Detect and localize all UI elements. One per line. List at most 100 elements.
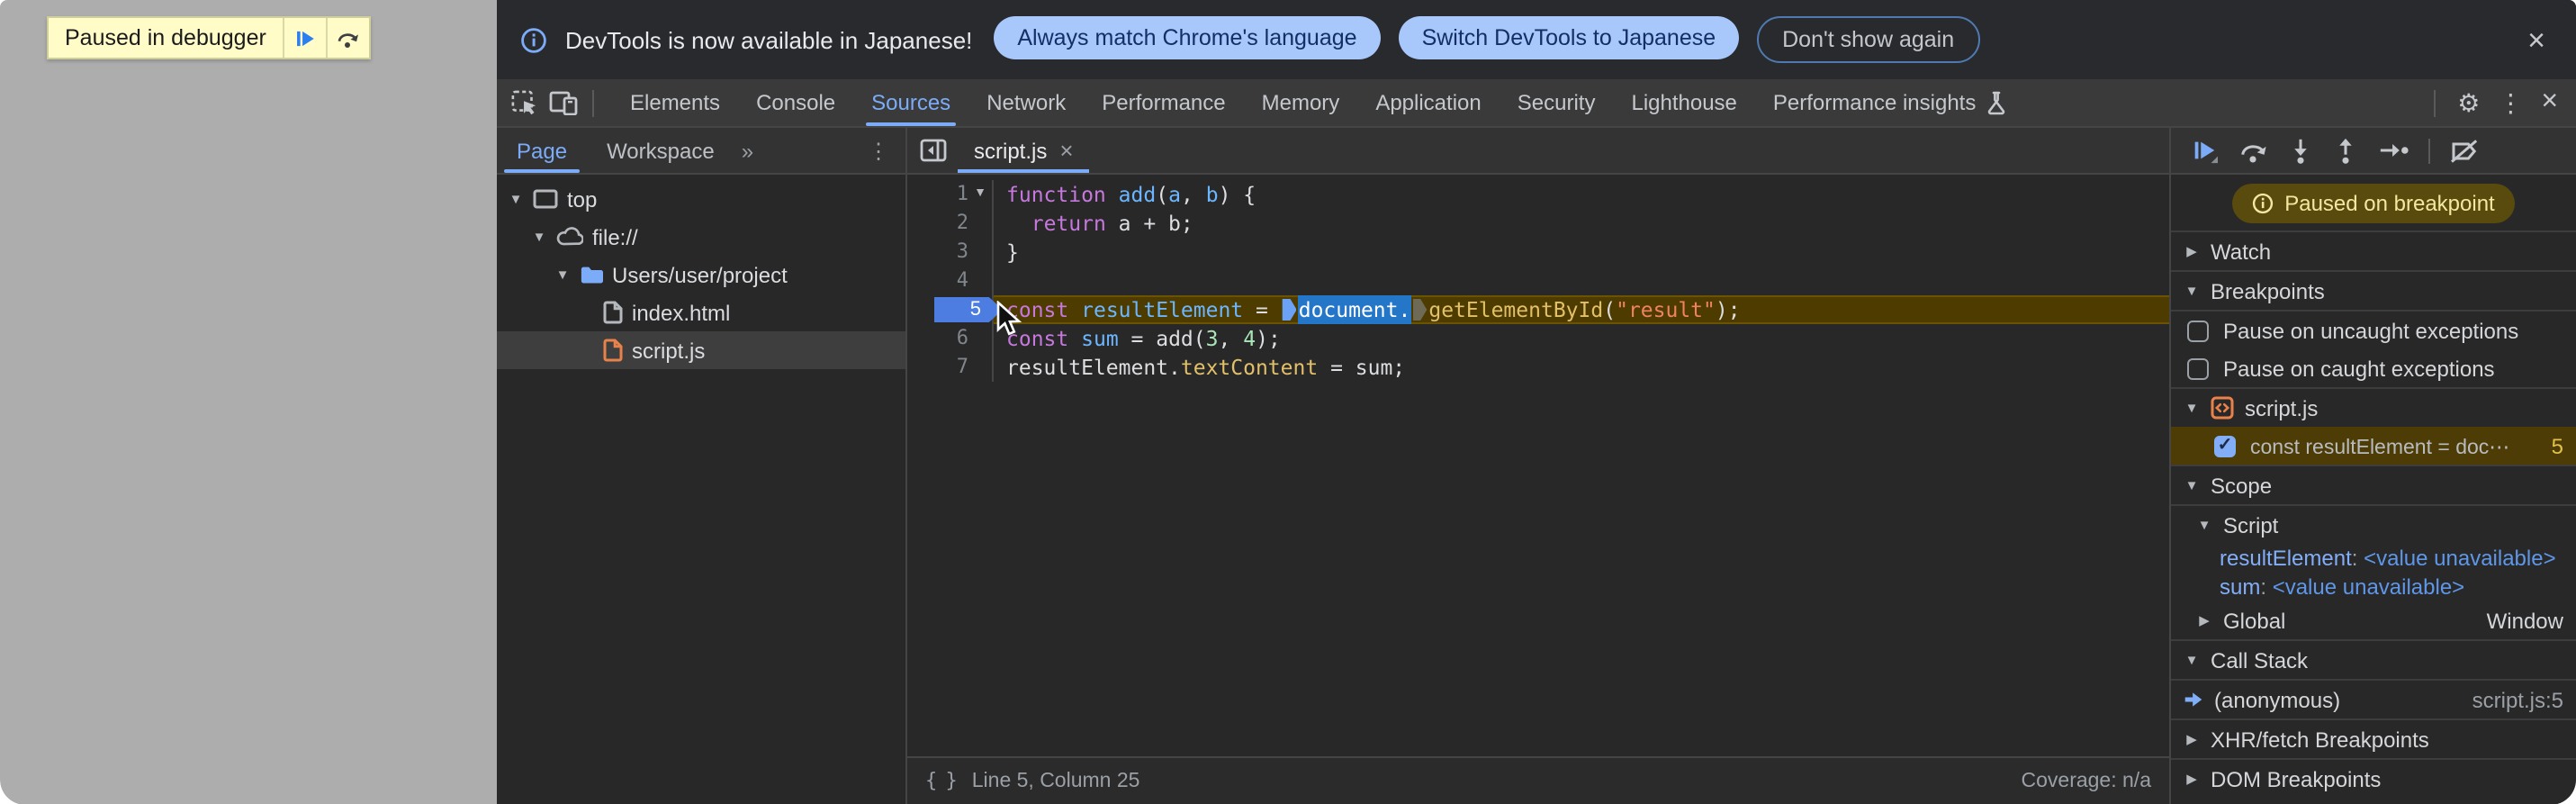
code-token: } [1006, 239, 1019, 265]
tab-elements[interactable]: Elements [612, 79, 738, 126]
tab-label: Sources [871, 90, 951, 115]
group-script[interactable]: ▼ Script [2171, 506, 2576, 544]
debugger-sidebar: Paused on breakpoint ▶ Watch ▼ Breakpoints P… [2169, 128, 2576, 804]
disclosure-arrow-icon[interactable]: ▶ [2184, 771, 2200, 787]
section-call-stack[interactable]: ▼ Call Stack [2171, 639, 2576, 681]
section-breakpoints[interactable]: ▼ Breakpoints [2171, 270, 2576, 312]
tab-close-icon[interactable]: × [1059, 137, 1073, 164]
tree-item-file[interactable]: ▼ file:// [497, 218, 905, 256]
section-dom-breakpoints[interactable]: ▶ DOM Breakpoints [2171, 758, 2576, 798]
code-line-7[interactable]: 7 resultElement. textContent = sum; [907, 353, 2169, 382]
checkbox-pause-on-uncaught-exceptions[interactable]: Pause on uncaught exceptions [2171, 312, 2576, 349]
checkbox-icon[interactable] [2187, 320, 2209, 341]
section-xhr-fetch-breakpoints[interactable]: ▶ XHR/fetch Breakpoints [2171, 718, 2576, 758]
navigator-kebab-icon[interactable]: ⋮ [851, 138, 905, 163]
disclosure-arrow-icon[interactable]: ▼ [2184, 477, 2200, 493]
editor-tab-script-js[interactable]: script.js × [958, 128, 1091, 173]
tab-label: Application [1375, 90, 1482, 115]
tab-console[interactable]: Console [738, 79, 853, 126]
checkbox-pause-on-caught-exceptions[interactable]: Pause on caught exceptions [2171, 349, 2576, 389]
tab-performance[interactable]: Performance [1084, 79, 1243, 126]
resume-button[interactable] [2191, 137, 2218, 164]
file-tree: ▼ top ▼ file:// ▼ Users/user/project index.htm… [497, 175, 905, 804]
disclosure-arrow-icon[interactable]: ▼ [2184, 652, 2200, 668]
code-line-3[interactable]: 3} [907, 238, 2169, 266]
device-toolbar-icon[interactable] [549, 90, 578, 115]
disclosure-arrow-icon[interactable]: ▶ [2184, 731, 2200, 747]
pretty-print-icon[interactable]: { } [925, 770, 958, 793]
step-into-button[interactable] [2288, 137, 2313, 164]
navigator-tab-workspace[interactable]: Workspace [587, 128, 734, 173]
infobar-button-switch-devtools-to-japanese[interactable]: Switch DevTools to Japanese [1398, 16, 1740, 59]
continue-to-here-marker-icon [1412, 299, 1428, 321]
tree-item-top[interactable]: ▼ top [497, 180, 905, 218]
tab-lighthouse[interactable]: Lighthouse [1613, 79, 1754, 126]
fold-marker-icon[interactable]: ▼ [968, 180, 992, 209]
tree-arrow-icon: ▼ [555, 266, 570, 283]
tab-memory[interactable]: Memory [1244, 79, 1358, 126]
step-over-icon [336, 27, 361, 49]
toolbar-divider [2428, 138, 2430, 163]
tree-arrow-icon: ▼ [509, 191, 523, 207]
group-script-js[interactable]: ▼ script.js [2171, 389, 2576, 427]
settings-gear-icon[interactable]: ⚙ [2457, 90, 2480, 115]
hide-navigator-icon[interactable] [907, 128, 958, 173]
breakpoint-checkbox-icon[interactable]: ✓ [2214, 435, 2236, 456]
more-tabs-icon[interactable]: » [734, 138, 761, 163]
disclosure-arrow-icon[interactable]: ▶ [2196, 612, 2212, 628]
step-over-button[interactable] [2238, 137, 2268, 164]
variable-value: <value unavailable> [2272, 574, 2465, 600]
disclosure-arrow-icon[interactable]: ▶ [2184, 243, 2200, 259]
tab-performance-insights[interactable]: Performance insights [1755, 79, 2024, 126]
code-line-5[interactable]: 5 const resultElement = document. getEleme… [907, 295, 2169, 324]
code-token: ( [1603, 297, 1617, 322]
section-watch[interactable]: ▶ Watch [2171, 230, 2576, 270]
overlay-resume-button[interactable] [282, 18, 326, 58]
code-editor[interactable]: 1 ▼ function add(a, b) {2 return a + b; 3} 4… [907, 175, 2169, 756]
infobar-button-don-t-show-again[interactable]: Don't show again [1757, 16, 1980, 63]
infobar-button-always-match-chrome-s-language[interactable]: Always match Chrome's language [994, 16, 1381, 59]
disclosure-arrow-icon[interactable]: ▼ [2184, 283, 2200, 299]
disclosure-arrow-icon[interactable]: ▼ [2184, 400, 2200, 416]
step-out-button[interactable] [2333, 137, 2358, 164]
info-icon [2252, 192, 2274, 213]
tab-label: Console [756, 90, 836, 115]
disclosure-arrow-icon[interactable]: ▼ [2196, 517, 2212, 533]
checkbox-icon[interactable] [2187, 357, 2209, 379]
devtools-close-icon[interactable]: × [2541, 87, 2558, 117]
tab-application[interactable]: Application [1357, 79, 1499, 126]
breakpoint-entry[interactable]: ✓ const resultElement = doc⋯ 5 [2171, 427, 2576, 465]
deactivate-breakpoints-icon [2450, 138, 2479, 163]
deactivate-breakpoints-button[interactable] [2450, 138, 2479, 163]
infobar-close-icon[interactable]: × [2520, 24, 2553, 55]
call-frame-anonymous[interactable]: (anonymous) script.js:5 [2171, 681, 2576, 718]
code-text: const sum = add(3, 4); [992, 324, 2169, 353]
tree-item-label: Users/user/project [612, 262, 788, 287]
scope-variable-sum[interactable]: sum: <value unavailable> [2171, 573, 2576, 601]
line-number: 1 [956, 182, 968, 205]
code-text: return a + b; [992, 209, 2169, 238]
navigator-tab-page[interactable]: Page [497, 128, 587, 173]
tab-security[interactable]: Security [1500, 79, 1614, 126]
scope-variable-resultelement[interactable]: resultElement: <value unavailable> [2171, 544, 2576, 573]
paused-on-breakpoint-badge: Paused on breakpoint [2232, 183, 2515, 222]
tree-item-label: top [567, 186, 598, 212]
inspect-element-icon[interactable] [511, 89, 538, 116]
code-line-2[interactable]: 2 return a + b; [907, 209, 2169, 238]
step-button[interactable] [2378, 140, 2409, 160]
code-line-6[interactable]: 6 const sum = add(3, 4); [907, 324, 2169, 353]
code-token: = add( [1118, 326, 1206, 351]
tree-item-index-html[interactable]: index.html [497, 294, 905, 331]
tab-network[interactable]: Network [968, 79, 1084, 126]
overlay-step-over-button[interactable] [325, 18, 369, 58]
editor-tabstrip: script.js × [907, 128, 2169, 175]
section-scope[interactable]: ▼ Scope [2171, 465, 2576, 506]
tree-item-users-user-project[interactable]: ▼ Users/user/project [497, 256, 905, 294]
code-line-1[interactable]: 1 ▼ function add(a, b) { [907, 180, 2169, 209]
paused-line-marker[interactable]: 5 [934, 297, 1003, 322]
tab-sources[interactable]: Sources [853, 79, 968, 126]
code-line-4[interactable]: 4 [907, 266, 2169, 295]
kebab-menu-icon[interactable]: ⋮ [2498, 90, 2523, 115]
group-global[interactable]: ▶ Global Window [2171, 601, 2576, 639]
tree-item-script-js[interactable]: script.js [497, 331, 905, 369]
